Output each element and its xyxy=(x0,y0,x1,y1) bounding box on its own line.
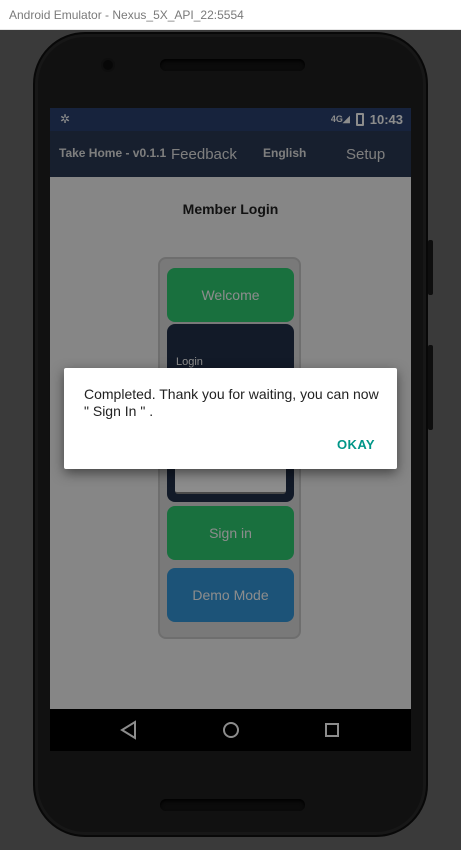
okay-button[interactable]: OKAY xyxy=(337,437,375,452)
completion-dialog: Completed. Thank you for waiting, you ca… xyxy=(64,368,397,469)
emulator-window-title: Android Emulator - Nexus_5X_API_22:5554 xyxy=(9,8,244,22)
emulator-window-titlebar: Android Emulator - Nexus_5X_API_22:5554 xyxy=(0,0,461,30)
dialog-message: Completed. Thank you for waiting, you ca… xyxy=(84,386,379,419)
